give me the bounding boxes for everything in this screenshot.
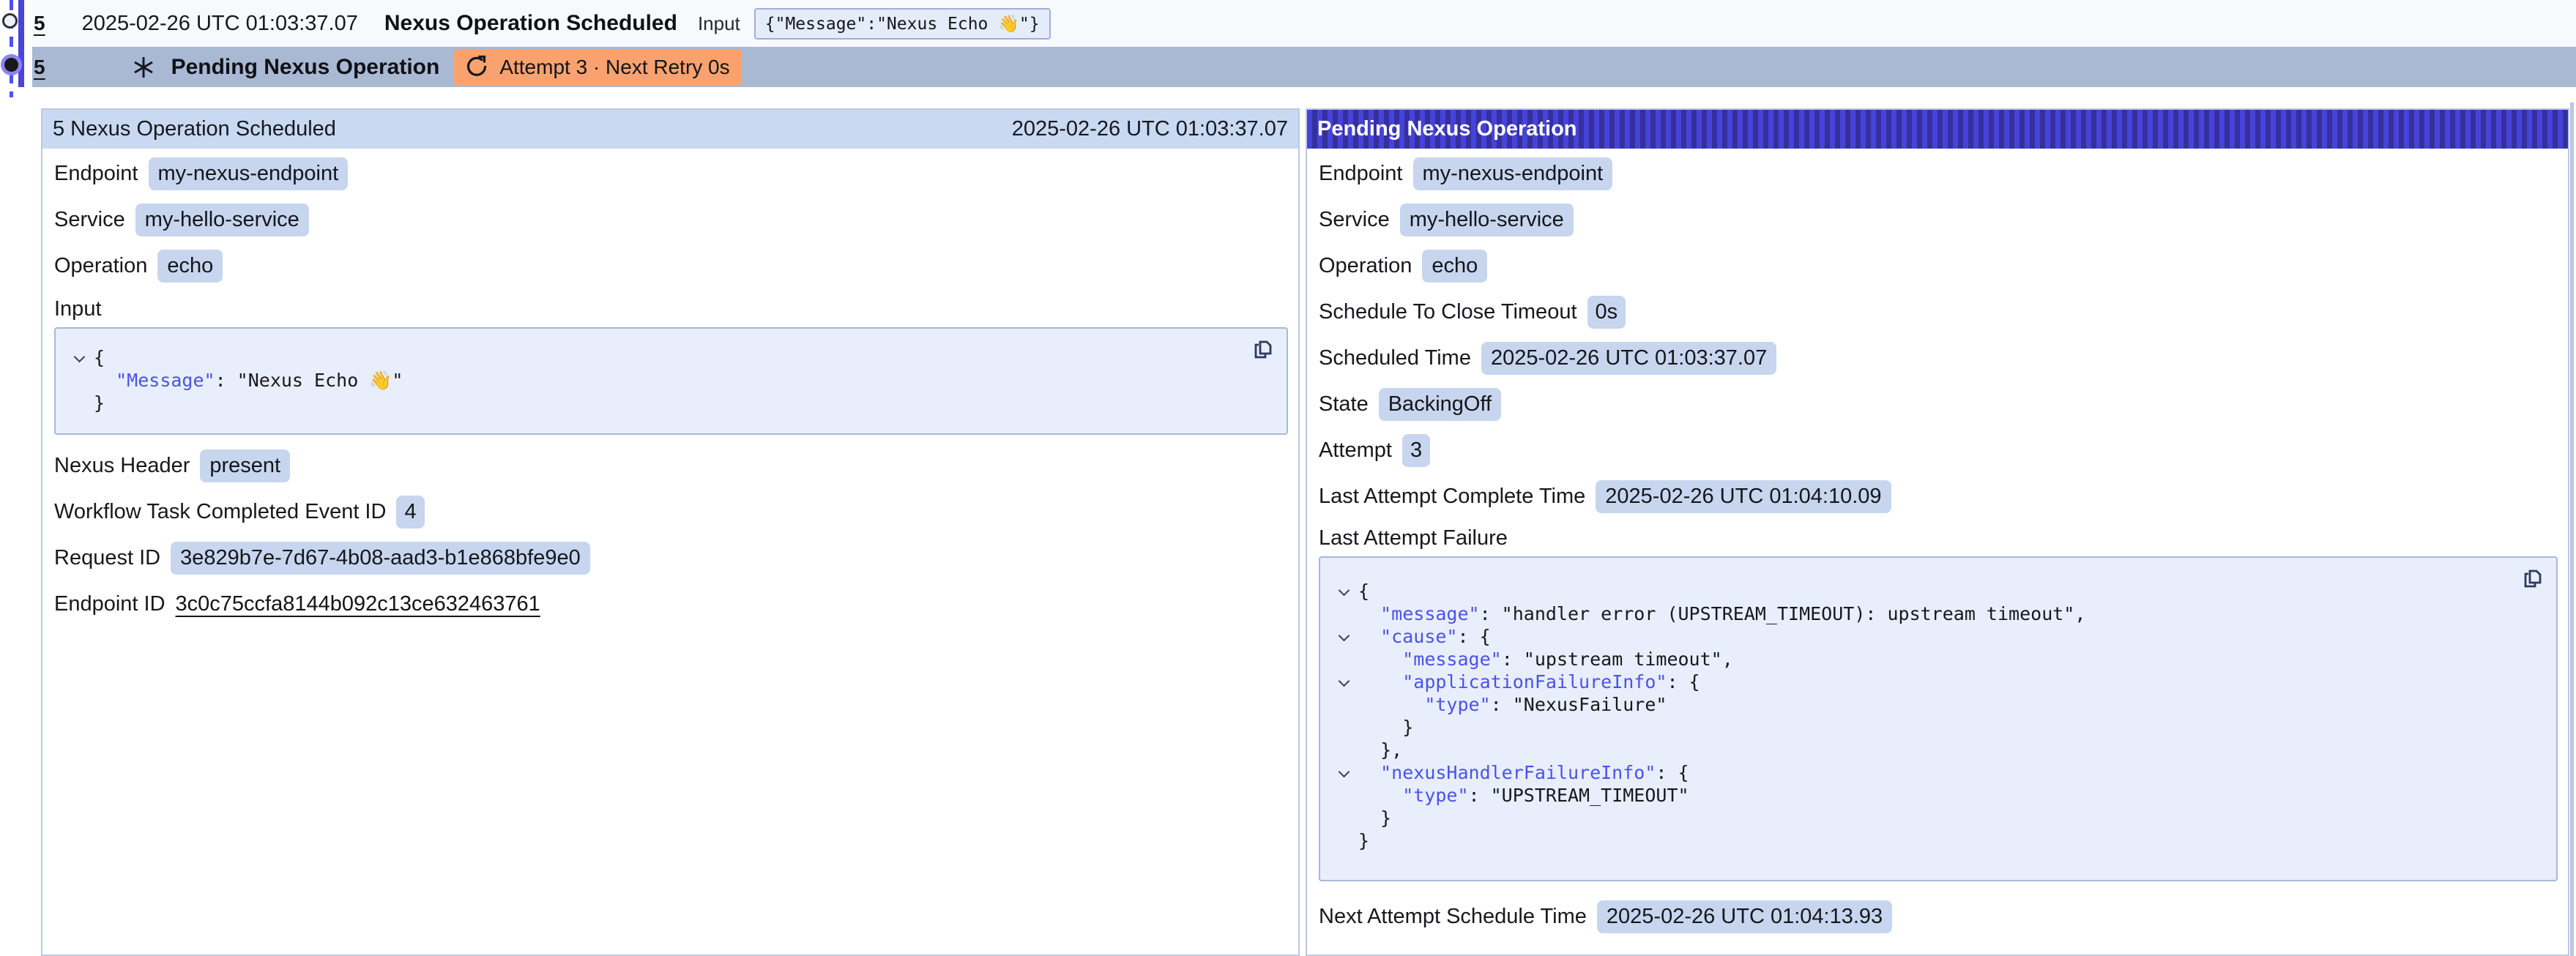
field-wft-completed-event-id-value: 4 [396,496,424,529]
event-title: Nexus Operation Scheduled [384,11,677,36]
field-operation-value: echo [157,250,223,283]
field-operation-value: echo [1422,250,1487,283]
scheduled-panel-header: 5 Nexus Operation Scheduled 2025-02-26 U… [42,110,1298,149]
field-scheduled-time-value: 2025-02-26 UTC 01:03:37.07 [1481,342,1776,375]
field-nexus-header: Nexus Header present [54,448,1288,483]
field-service: Service my-hello-service [54,202,1288,237]
scheduled-panel-timestamp: 2025-02-26 UTC 01:03:37.07 [1012,117,1288,141]
input-section-label: Input [54,298,1288,320]
pending-id-link[interactable]: 5 [34,56,45,79]
field-schedule-to-close-timeout: Schedule To Close Timeout 0s [1319,294,2558,329]
pending-spinner-icon [130,54,157,81]
field-state-value: BackingOff [1379,388,1501,421]
failure-code-block: { "message": "handler error (UPSTREAM_TI… [1319,556,2558,881]
retry-icon [464,54,490,81]
retry-badge: Attempt 3 · Next Retry 0s [454,49,741,86]
scheduled-event-panel: 5 Nexus Operation Scheduled 2025-02-26 U… [41,108,1300,956]
field-service: Service my-hello-service [1319,202,2558,237]
field-schedule-to-close-timeout-value: 0s [1587,296,1626,329]
collapse-chevron-icon[interactable] [1338,766,1350,778]
field-next-attempt-schedule-time-value: 2025-02-26 UTC 01:04:13.93 [1597,900,1892,933]
field-operation: Operation echo [1319,248,2558,283]
event-timestamp: 2025-02-26 UTC 01:03:37.07 [82,12,358,36]
scrollbar[interactable] [2570,102,2574,956]
field-request-id: Request ID 3e829b7e-7d67-4b08-aad3-b1e86… [54,540,1288,575]
field-state: State BackingOff [1319,386,2558,422]
collapse-chevron-icon[interactable] [1338,676,1350,687]
field-next-attempt-schedule-time: Next Attempt Schedule Time 2025-02-26 UT… [1319,899,2558,934]
timeline-node-current-icon [4,58,18,72]
event-id-link[interactable]: 5 [34,12,45,35]
collapse-chevron-icon[interactable] [73,351,85,363]
collapse-chevron-icon[interactable] [1338,630,1350,642]
field-request-id-value: 3e829b7e-7d67-4b08-aad3-b1e868bfe9e0 [171,542,590,575]
field-wft-completed-event-id: Workflow Task Completed Event ID 4 [54,494,1288,529]
field-operation: Operation echo [54,248,1288,283]
failure-section-label: Last Attempt Failure [1319,527,2558,549]
endpoint-id-link[interactable]: 3c0c75ccfa8144b092c13ce632463761 [176,592,540,616]
copy-icon[interactable] [1250,337,1276,364]
field-endpoint-id: Endpoint ID 3c0c75ccfa8144b092c13ce63246… [54,586,1288,621]
event-input-label: Input [698,12,740,35]
field-endpoint-value: my-nexus-endpoint [149,157,349,190]
pending-title: Pending Nexus Operation [171,55,440,80]
field-scheduled-time: Scheduled Time 2025-02-26 UTC 01:03:37.0… [1319,340,2558,376]
scheduled-panel-title: 5 Nexus Operation Scheduled [53,117,336,141]
field-nexus-header-value: present [200,449,290,482]
field-last-attempt-complete-time: Last Attempt Complete Time 2025-02-26 UT… [1319,479,2558,514]
pending-panel-header: Pending Nexus Operation [1307,110,2568,149]
field-attempt: Attempt 3 [1319,433,2558,468]
field-service-value: my-hello-service [135,203,309,236]
collapse-chevron-icon[interactable] [1338,585,1350,597]
field-attempt-value: 3 [1402,434,1430,467]
field-last-attempt-complete-time-value: 2025-02-26 UTC 01:04:10.09 [1596,480,1891,513]
field-endpoint: Endpoint my-nexus-endpoint [1319,156,2558,191]
input-code-block: { "Message": "Nexus Echo 👋" } [54,327,1288,435]
copy-icon[interactable] [2520,567,2546,593]
retry-badge-text: Attempt 3 · Next Retry 0s [499,56,729,79]
event-input-preview-chip[interactable]: {"Message":"Nexus Echo 👋"} [754,8,1051,40]
event-row-scheduled[interactable]: 5 2025-02-26 UTC 01:03:37.07 Nexus Opera… [32,0,2576,47]
field-endpoint: Endpoint my-nexus-endpoint [54,156,1288,191]
field-service-value: my-hello-service [1400,203,1574,236]
pending-panel-title: Pending Nexus Operation [1317,117,1577,141]
field-endpoint-value: my-nexus-endpoint [1413,157,1613,190]
timeline-node-open-icon [2,13,18,29]
timeline-active-bar [18,0,24,87]
event-row-pending[interactable]: 5 Pending Nexus Operation Attempt 3 · Ne… [32,47,2576,87]
pending-operation-panel: Pending Nexus Operation Endpoint my-nexu… [1306,108,2569,956]
